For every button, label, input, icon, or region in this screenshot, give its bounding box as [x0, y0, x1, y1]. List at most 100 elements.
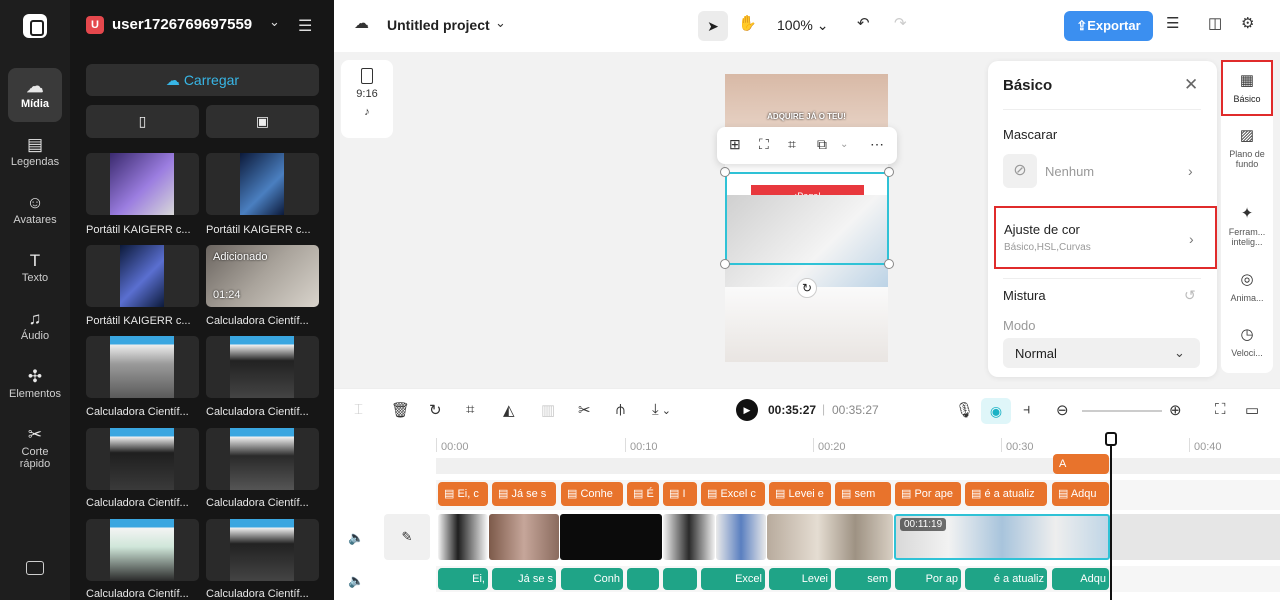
hand-icon[interactable]: ✋ — [738, 14, 757, 32]
rotate-handle[interactable]: ↻ — [797, 278, 817, 298]
media-thumb[interactable] — [206, 153, 319, 215]
caption-clip[interactable]: ▤ é a atualiz — [965, 482, 1047, 506]
audio-clip[interactable]: sem — [835, 568, 891, 590]
chevron-down-icon[interactable]: ⌄ — [495, 15, 506, 31]
resize-handle[interactable] — [720, 259, 730, 269]
panel-toggle-icon[interactable]: ◫ — [1208, 14, 1222, 32]
media-thumb[interactable] — [206, 428, 319, 490]
chevron-down-icon[interactable]: ⌄ — [269, 14, 280, 30]
rail-item-elements[interactable]: ✣ Elementos — [8, 366, 62, 400]
video-clip[interactable] — [663, 514, 715, 560]
rail-item-captions[interactable]: ▤ Legendas — [8, 134, 62, 168]
close-icon[interactable]: ✕ — [1184, 75, 1198, 95]
zoom-level[interactable]: 100% ⌄ — [777, 17, 828, 34]
user-row[interactable]: U user1726769697559 ⌄ ☰ — [86, 14, 322, 38]
freeze-icon[interactable]: ▥ — [541, 401, 555, 419]
media-thumb[interactable] — [86, 245, 199, 307]
playhead[interactable] — [1110, 434, 1112, 600]
more-icon[interactable]: ⋯ — [870, 136, 884, 153]
color-adjust-row[interactable]: Ajuste de cor Básico,HSL,Curvas › — [994, 206, 1217, 269]
video-clip[interactable] — [438, 514, 488, 560]
split-track-icon[interactable]: ⫞ — [1023, 401, 1031, 418]
download-icon[interactable]: ⤓ ⌄ — [652, 401, 671, 418]
caption-clip[interactable]: ▤ É — [627, 482, 659, 506]
speaker-icon[interactable]: 🔈 — [348, 573, 364, 589]
rail-item-audio[interactable]: ♫ Áudio — [8, 308, 62, 342]
fullscreen-icon[interactable]: ⛶ — [1215, 401, 1226, 418]
video-clip[interactable] — [489, 514, 559, 560]
video-clip[interactable] — [560, 514, 662, 560]
play-button[interactable]: ▶ — [736, 399, 758, 421]
video-clip[interactable] — [767, 514, 893, 560]
remove-bg-icon[interactable]: ✂ — [578, 401, 591, 419]
resize-handle[interactable] — [884, 167, 894, 177]
caption-clip[interactable]: ▤ I — [663, 482, 697, 506]
resize-handle[interactable] — [884, 259, 894, 269]
zoom-out-icon[interactable]: ⊖ — [1056, 401, 1069, 419]
swap-icon[interactable]: ⧉ — [817, 136, 827, 153]
comment-icon[interactable]: ▭ — [1245, 401, 1259, 419]
split-scene-icon[interactable]: ⫛ — [616, 401, 625, 418]
project-title[interactable]: Untitled project — [387, 17, 490, 33]
media-thumb[interactable] — [86, 428, 199, 490]
undo-icon[interactable]: ↶ — [857, 14, 870, 32]
select-tool-button[interactable]: ➤ — [698, 11, 728, 41]
sort-icon[interactable]: ☰ — [298, 16, 312, 36]
crop-icon[interactable]: ⌗ — [788, 136, 796, 153]
rail-item-quick-cut[interactable]: ✂ Corte rápido — [8, 424, 62, 470]
caption-clip[interactable]: ▤ Levei e — [769, 482, 831, 506]
audio-clip[interactable]: Ei, — [438, 568, 488, 590]
caption-clip[interactable]: ▤ Por ape — [895, 482, 961, 506]
caption-clip[interactable]: ▤ Já se s — [492, 482, 556, 506]
rail-item-avatars[interactable]: ☺ Avatares — [8, 192, 62, 226]
audio-clip[interactable]: Conh — [561, 568, 623, 590]
crop-icon[interactable]: ⌗ — [466, 401, 474, 418]
chevron-down-icon[interactable]: ⌄ — [840, 139, 848, 150]
media-thumb[interactable] — [206, 336, 319, 398]
rail-item-media[interactable]: ☁ Mídia — [8, 68, 62, 122]
media-thumb[interactable] — [86, 519, 199, 581]
media-thumb[interactable]: Adicionado 01:24 — [206, 245, 319, 307]
caption-clip[interactable]: ▤ sem — [835, 482, 891, 506]
reset-icon[interactable]: ↺ — [1184, 287, 1196, 304]
audio-clip[interactable]: Já se s — [492, 568, 556, 590]
screen-record-button[interactable]: ▣ — [206, 105, 319, 138]
mode-select[interactable]: Normal ⌄ — [1003, 338, 1200, 368]
audio-clip[interactable]: Por ap — [895, 568, 961, 590]
media-thumb[interactable] — [206, 519, 319, 581]
audio-clip[interactable]: Levei — [769, 568, 831, 590]
video-clip[interactable] — [716, 514, 766, 560]
tool-background[interactable]: ▨ Plano de fundo — [1221, 126, 1273, 169]
split-icon[interactable]: ⌶ — [354, 401, 363, 418]
playhead-handle[interactable] — [1105, 432, 1117, 446]
audio-clip[interactable]: Adqu — [1052, 568, 1109, 590]
audio-clip[interactable]: é a atualiz — [965, 568, 1047, 590]
tool-smart-tools[interactable]: ✦ Ferram... intelig... — [1221, 204, 1273, 247]
trash-icon[interactable]: 🗑 — [391, 401, 410, 419]
caption-clip[interactable]: ▤ Conhe — [561, 482, 623, 506]
gear-icon[interactable]: ⚙ — [1241, 14, 1254, 32]
phone-upload-button[interactable]: ▯ — [86, 105, 199, 138]
tool-basic[interactable]: ▦ Básico — [1221, 60, 1273, 116]
media-thumb[interactable] — [86, 153, 199, 215]
fit-icon[interactable]: ⛶ — [759, 136, 769, 153]
media-thumb[interactable] — [86, 336, 199, 398]
zoom-slider[interactable] — [1082, 410, 1162, 412]
aspect-ratio-card[interactable]: 9:16 ♪ — [341, 60, 393, 138]
replace-icon[interactable]: ⊞ — [729, 136, 741, 153]
audio-clip[interactable] — [663, 568, 697, 590]
text-clip[interactable]: A — [1053, 454, 1109, 474]
forward-icon[interactable]: ↻ — [429, 401, 442, 419]
flip-icon[interactable]: ◭ — [503, 401, 515, 419]
mask-selector[interactable]: ⊘ Nenhum › — [1003, 154, 1201, 190]
export-button[interactable]: ⇪Exportar — [1064, 11, 1153, 41]
microphone-icon[interactable]: 🎙 — [955, 401, 974, 419]
ai-button[interactable]: ◉ — [981, 398, 1011, 424]
redo-icon[interactable]: ↷ — [894, 14, 907, 32]
zoom-in-icon[interactable]: ⊕ — [1169, 401, 1182, 419]
layers-icon[interactable]: ☰ — [1166, 14, 1179, 32]
caption-clip[interactable]: ▤ Adqu — [1052, 482, 1109, 506]
cloud-save-icon[interactable]: ☁ — [354, 14, 369, 32]
upload-button[interactable]: ☁ Carregar — [86, 64, 319, 96]
caption-clip[interactable]: ▤ Ei, c — [438, 482, 488, 506]
